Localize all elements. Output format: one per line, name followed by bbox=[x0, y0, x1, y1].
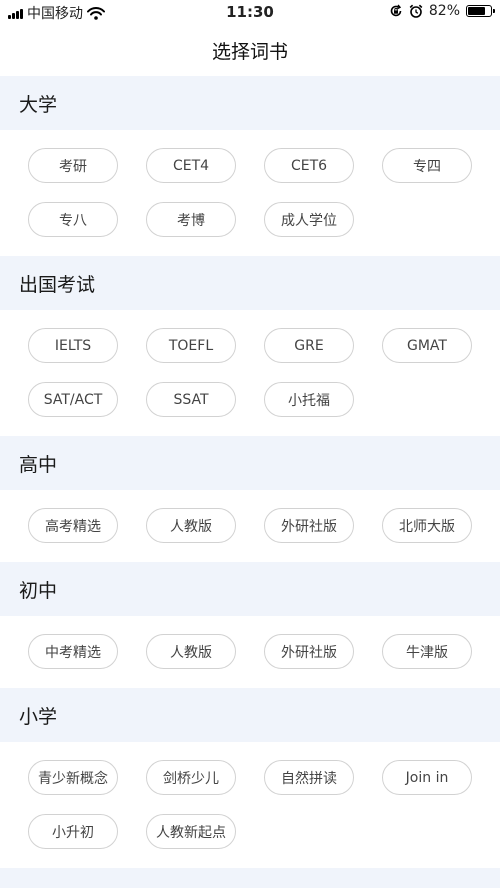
section-header: 高中 bbox=[0, 436, 500, 490]
nav-bar: 选择词书 bbox=[0, 24, 500, 76]
wordbook-chip[interactable]: GMAT bbox=[382, 328, 472, 363]
wordbook-chip[interactable]: CET6 bbox=[264, 148, 354, 183]
section-header: 出国考试 bbox=[0, 256, 500, 310]
wordbook-chip[interactable]: 北师大版 bbox=[382, 508, 472, 543]
wordbook-chip[interactable]: IELTS bbox=[28, 328, 118, 363]
section-header: 大学 bbox=[0, 76, 500, 130]
section-title: 高中 bbox=[19, 453, 58, 476]
wordbook-chip[interactable]: CET4 bbox=[146, 148, 236, 183]
chip-row: 高考精选 人教版 外研社版 北师大版 bbox=[28, 508, 472, 543]
wordbook-chip[interactable]: 外研社版 bbox=[264, 634, 354, 669]
wordbook-chip[interactable]: 人教版 bbox=[146, 634, 236, 669]
status-right: 82% bbox=[389, 3, 495, 19]
wordbook-chip[interactable]: 自然拼读 bbox=[264, 760, 354, 795]
chip-row: 专八 考博 成人学位 bbox=[28, 202, 472, 237]
wordbook-chip[interactable]: 专八 bbox=[28, 202, 118, 237]
wordbook-chip[interactable]: TOEFL bbox=[146, 328, 236, 363]
orientation-lock-icon bbox=[390, 4, 402, 17]
chip-row: IELTS TOEFL GRE GMAT bbox=[28, 328, 472, 363]
battery-percent: 82% bbox=[428, 3, 460, 19]
wordbook-chip[interactable]: GRE bbox=[264, 328, 354, 363]
wordbook-chip[interactable]: 中考精选 bbox=[28, 634, 118, 669]
status-bar: 中国移动 11:30 82% bbox=[0, 0, 500, 24]
wordbook-chip[interactable]: 考博 bbox=[146, 202, 236, 237]
wordbook-chip[interactable]: SAT/ACT bbox=[28, 382, 118, 417]
page-title: 选择词书 bbox=[211, 40, 288, 63]
chip-row: 中考精选 人教版 外研社版 牛津版 bbox=[28, 634, 472, 669]
wordbook-chip[interactable]: 成人学位 bbox=[264, 202, 354, 237]
chip-row: 青少新概念 剑桥少儿 自然拼读 Join in bbox=[28, 760, 472, 795]
alarm-icon bbox=[409, 4, 423, 18]
wordbook-chip[interactable]: Join in bbox=[382, 760, 472, 795]
wordbook-chip[interactable]: SSAT bbox=[146, 382, 236, 417]
wordbook-chip[interactable]: 外研社版 bbox=[264, 508, 354, 543]
wordbook-chip[interactable]: 牛津版 bbox=[382, 634, 472, 669]
section-header-partial bbox=[0, 868, 500, 888]
chip-group: IELTS TOEFL GRE GMAT SAT/ACT SSAT 小托福 bbox=[0, 310, 500, 436]
section-title: 出国考试 bbox=[19, 273, 96, 296]
chip-group: 考研 CET4 CET6 专四专八 考博 成人学位 bbox=[0, 130, 500, 256]
chip-group: 高考精选 人教版 外研社版 北师大版 bbox=[0, 490, 500, 562]
chip-row: 考研 CET4 CET6 专四 bbox=[28, 148, 472, 183]
section-title: 小学 bbox=[19, 705, 58, 728]
section-header: 小学 bbox=[0, 688, 500, 742]
chip-group: 中考精选 人教版 外研社版 牛津版 bbox=[0, 616, 500, 688]
battery-icon bbox=[466, 5, 495, 17]
wordbook-chip[interactable]: 高考精选 bbox=[28, 508, 118, 543]
chip-group: 青少新概念 剑桥少儿 自然拼读 Join in 小升初 人教新起点 bbox=[0, 742, 500, 868]
chip-row: SAT/ACT SSAT 小托福 bbox=[28, 382, 472, 417]
wordbook-chip[interactable]: 剑桥少儿 bbox=[146, 760, 236, 795]
wordbook-chip[interactable]: 小托福 bbox=[264, 382, 354, 417]
chip-row: 小升初 人教新起点 bbox=[28, 814, 472, 849]
section-title: 大学 bbox=[19, 93, 58, 116]
section-header: 初中 bbox=[0, 562, 500, 616]
wordbook-chip[interactable]: 考研 bbox=[28, 148, 118, 183]
wordbook-chip[interactable]: 专四 bbox=[382, 148, 472, 183]
wordbook-chip[interactable]: 青少新概念 bbox=[28, 760, 118, 795]
wordbook-section-list: 大学考研 CET4 CET6 专四专八 考博 成人学位出国考试 IELTS TOEFL GRE G… bbox=[0, 76, 500, 868]
section-title: 初中 bbox=[19, 579, 58, 602]
wordbook-chip[interactable]: 小升初 bbox=[28, 814, 118, 849]
wordbook-chip[interactable]: 人教新起点 bbox=[146, 814, 236, 849]
wordbook-chip[interactable]: 人教版 bbox=[146, 508, 236, 543]
